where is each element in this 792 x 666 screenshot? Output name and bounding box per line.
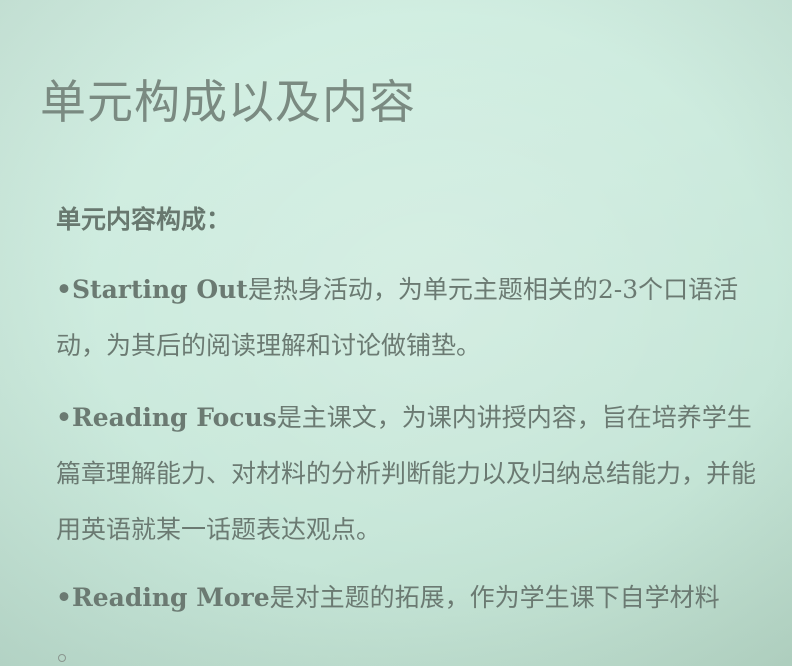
slide-title: 单元构成以及内容 bbox=[40, 75, 416, 129]
period-mark bbox=[58, 654, 66, 662]
bullet-lead: •Reading Focus bbox=[56, 403, 277, 432]
bullet-starting-out: •Starting Out是热身活动，为单元主题相关的2-3个口语活动，为其后的… bbox=[56, 262, 756, 374]
bullet-text: 是对主题的拓展，作为学生课下自学材料 bbox=[269, 583, 720, 612]
section-heading: 单元内容构成： bbox=[56, 205, 232, 234]
bullet-reading-focus: •Reading Focus是主课文，为课内讲授内容，旨在培养学生篇章理解能力、… bbox=[56, 390, 756, 558]
bullet-lead: •Reading More bbox=[56, 583, 270, 612]
bullet-reading-more: •Reading More是对主题的拓展，作为学生课下自学材料 bbox=[56, 570, 756, 626]
bullet-lead: •Starting Out bbox=[56, 275, 248, 304]
